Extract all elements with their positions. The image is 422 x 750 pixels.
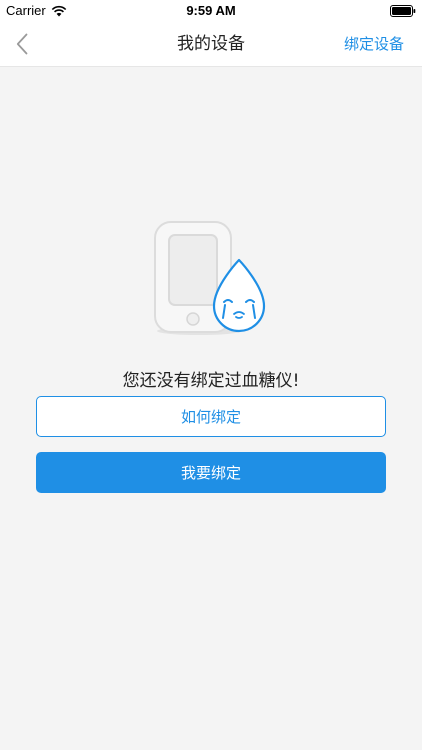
how-to-bind-button[interactable]: 如何绑定 bbox=[36, 396, 386, 437]
empty-message: 您还没有绑定过血糖仪! bbox=[122, 371, 300, 391]
crying-drop-glucose-meter-illustration bbox=[154, 221, 266, 335]
nav-bar: 我的设备 绑定设备 bbox=[0, 22, 422, 67]
bind-now-label: 我要绑定 bbox=[180, 464, 241, 482]
bind-device-button[interactable]: 绑定设备 bbox=[344, 22, 404, 66]
screen: Carrier 9:59 AM 我的设备 绑定设备 您还没有绑定过血糖仪! 如何… bbox=[0, 0, 422, 750]
how-to-bind-label: 如何绑定 bbox=[180, 408, 241, 426]
battery-icon bbox=[390, 5, 416, 17]
status-time: 9:59 AM bbox=[186, 3, 236, 18]
status-bar: Carrier 9:59 AM bbox=[0, 0, 422, 22]
bind-now-button[interactable]: 我要绑定 bbox=[36, 452, 386, 493]
